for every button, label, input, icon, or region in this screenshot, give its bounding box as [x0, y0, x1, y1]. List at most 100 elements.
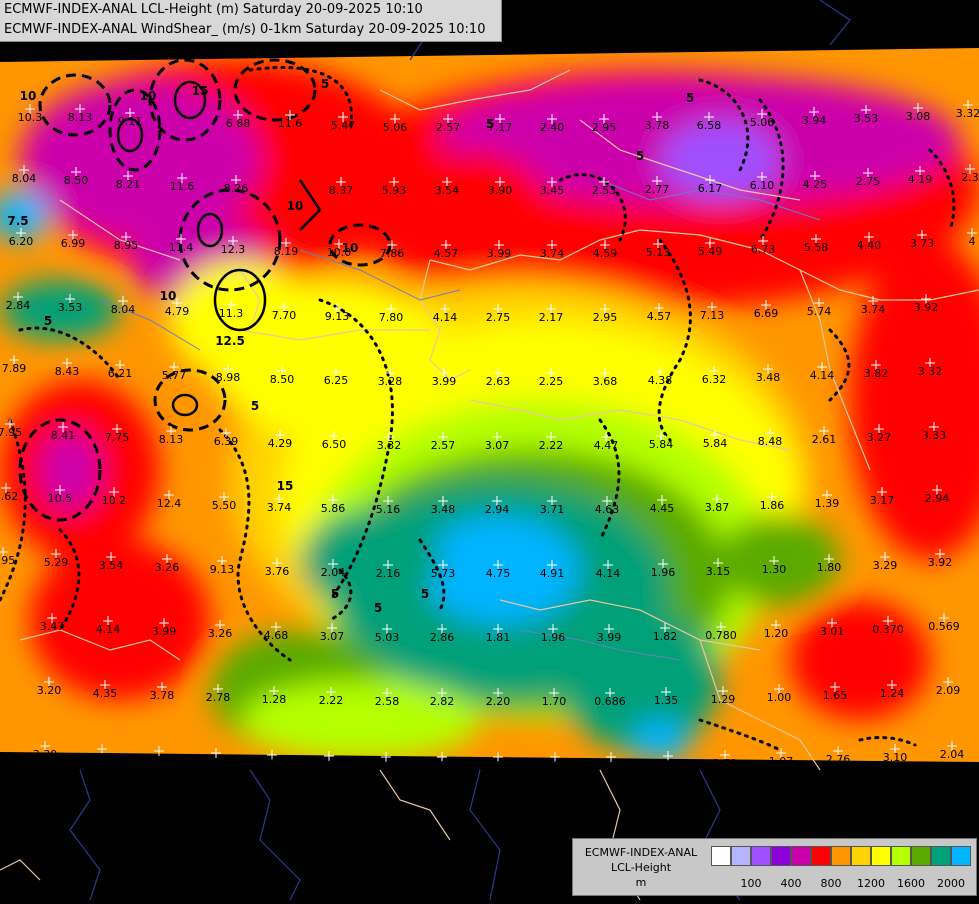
- value-label: 3.21: [430, 759, 455, 772]
- value-label: 3.87: [705, 501, 730, 514]
- value-label: 4.14: [433, 311, 458, 324]
- legend-swatch: [711, 846, 731, 866]
- value-label: 5.06: [750, 116, 775, 129]
- value-label: 3.33: [922, 429, 947, 442]
- contour-label: 5: [686, 91, 694, 105]
- value-label: 8.26: [224, 182, 249, 195]
- value-label: 5.13: [646, 246, 671, 259]
- value-label: 6.58: [697, 119, 722, 132]
- value-label: 4.57: [647, 310, 672, 323]
- value-label: 5.16: [376, 503, 401, 516]
- value-label: 2.63: [486, 375, 511, 388]
- title-lcl-height: ECMWF-INDEX-ANAL LCL-Height (m) Saturday…: [4, 2, 423, 17]
- value-label: 8.13: [159, 433, 184, 446]
- weather-map: 10.3 8.13 9.11 6.88 11.6 5.47 5.06 2.57 7.17 2.40…: [0, 0, 979, 901]
- value-label: 2.25: [539, 375, 564, 388]
- legend-swatch: [891, 846, 911, 866]
- value-label: 7.95: [0, 426, 22, 439]
- legend-swatch: [751, 846, 771, 866]
- value-label: 1.96: [651, 566, 676, 579]
- legend-swatch: [911, 846, 931, 866]
- value-label: 4.25: [803, 178, 828, 191]
- value-label: 4.59: [593, 247, 618, 260]
- value-label: 8.13: [68, 111, 93, 124]
- value-label: 7.80: [379, 311, 404, 324]
- value-label: 3.90: [488, 184, 513, 197]
- legend-tick-label: 2000: [937, 877, 965, 890]
- value-label: 1.86: [760, 499, 785, 512]
- value-label: 1.30: [762, 563, 787, 576]
- value-label: 4.91: [540, 567, 565, 580]
- value-label: 4: [969, 235, 976, 248]
- value-label: 6.21: [108, 367, 133, 380]
- value-label: 10.2: [102, 494, 127, 507]
- contour-label: 5: [44, 314, 52, 328]
- value-label: 5.84: [649, 438, 674, 451]
- value-label: 3.54: [435, 184, 460, 197]
- value-label: 3.78: [150, 689, 175, 702]
- map-canvas: 10.3 8.13 9.11 6.88 11.6 5.47 5.06 2.57 7.17 2.40…: [0, 0, 979, 901]
- value-label: 3.26: [155, 561, 180, 574]
- color-legend: ECMWF-INDEX-ANAL LCL-Height m 100 400 800 1…: [572, 838, 977, 896]
- value-label: 2.58: [375, 695, 400, 708]
- value-label: 2.76: [826, 753, 851, 766]
- legend-swatch: [831, 846, 851, 866]
- value-label: 3.27: [867, 431, 892, 444]
- value-label: 5.03: [375, 631, 400, 644]
- value-label: 3.82: [864, 367, 889, 380]
- lcl-height-field: [0, 48, 979, 762]
- title-wind-shear: ECMWF-INDEX-ANAL WindShear_ (m/s) 0-1km …: [4, 22, 486, 37]
- value-label: 0.686: [594, 695, 626, 708]
- value-label: 5.86: [321, 502, 346, 515]
- value-label: 3.39: [33, 748, 58, 761]
- contour-label: 5: [636, 149, 644, 163]
- contour-label: 10: [140, 89, 157, 103]
- value-label: 8.50: [270, 373, 295, 386]
- value-label: 1.80: [817, 561, 842, 574]
- value-label: 3.92: [914, 301, 939, 314]
- value-label: 2.04: [321, 566, 346, 579]
- contour-label: 15: [277, 479, 294, 493]
- contour-label: 5: [251, 399, 259, 413]
- value-label: 3.07: [485, 439, 510, 452]
- value-label: 2.3: [961, 171, 979, 184]
- value-label: 2.61: [812, 433, 837, 446]
- contour-label: 10: [20, 89, 37, 103]
- value-label: 5.73: [431, 567, 456, 580]
- legend-swatch: [871, 846, 891, 866]
- value-label: 5.93: [382, 184, 407, 197]
- value-label: 5.06: [383, 121, 408, 134]
- value-label: 3.08: [906, 110, 931, 123]
- value-label: 5.47: [331, 119, 356, 132]
- value-label: 2.95: [593, 311, 618, 324]
- contour-label: 5: [421, 587, 429, 601]
- value-label: 5.58: [804, 241, 829, 254]
- value-label: 4.19: [908, 173, 933, 186]
- value-label: 3.45: [540, 184, 565, 197]
- value-label: 11.6: [278, 117, 303, 130]
- value-label: 3.76: [265, 565, 290, 578]
- value-label: 12.4: [157, 497, 182, 510]
- value-label: 2.47: [204, 755, 229, 768]
- legend-swatch: [951, 846, 971, 866]
- value-label: 8.50: [64, 174, 89, 187]
- value-label: 3.99: [487, 247, 512, 260]
- value-label: 3.07: [320, 630, 345, 643]
- value-label: 3.92: [928, 556, 953, 569]
- value-label: 3.78: [645, 119, 670, 132]
- value-label: 3.71: [540, 503, 565, 516]
- value-label: 5.84: [703, 437, 728, 450]
- value-label: 1.20: [764, 627, 789, 640]
- value-label: 8.48: [758, 435, 783, 448]
- value-label: 1.00: [767, 691, 792, 704]
- value-label: 4.45: [650, 502, 675, 515]
- value-label: 3.64: [147, 753, 172, 766]
- value-label: 2.57: [431, 439, 456, 452]
- value-label: 6.20: [9, 235, 34, 248]
- value-label: 1.65: [823, 689, 848, 702]
- contour-label: 5: [374, 601, 382, 615]
- contour-label: 10: [342, 241, 359, 255]
- value-label: 3.20: [37, 684, 62, 697]
- value-label: 5.74: [807, 305, 832, 318]
- value-label: 6.25: [324, 374, 349, 387]
